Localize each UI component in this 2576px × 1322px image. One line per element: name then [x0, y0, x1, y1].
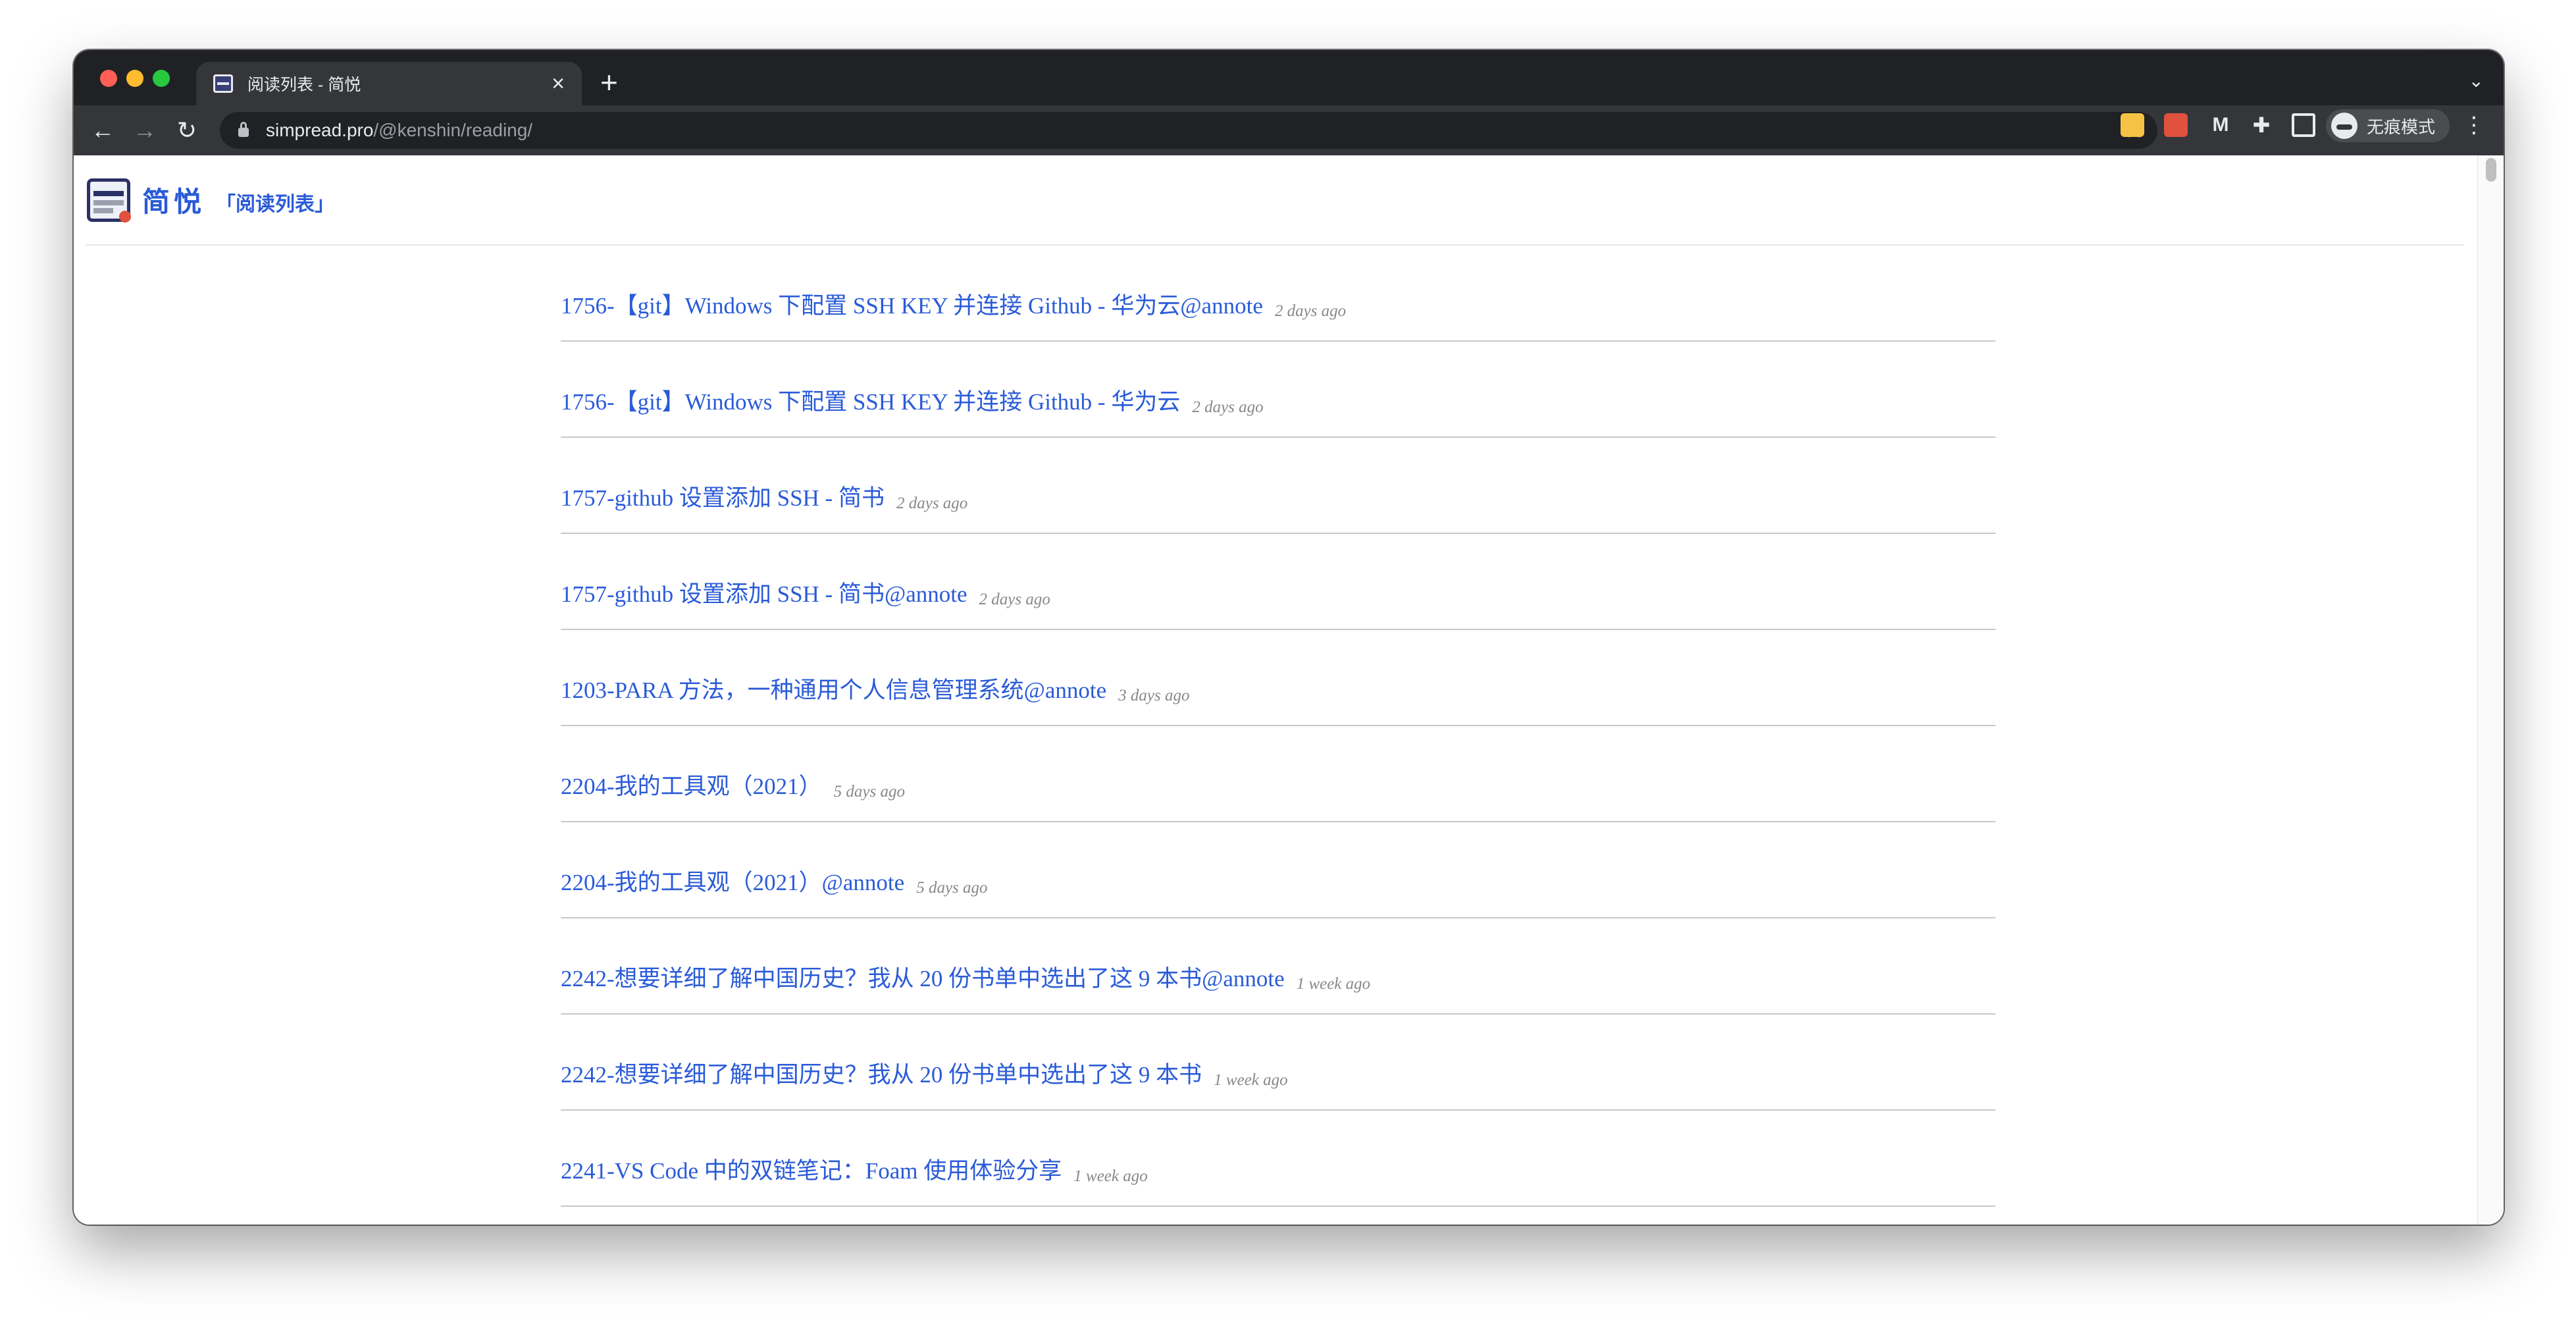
- forward-icon[interactable]: →: [124, 117, 166, 144]
- incognito-badge[interactable]: 无痕模式: [2326, 109, 2450, 142]
- minimize-window-button[interactable]: [126, 70, 143, 87]
- timestamp: 2 days ago: [1274, 302, 1347, 320]
- article-link[interactable]: 2242-想要详细了解中国历史？我从 20 份书单中选出了这 9 本书@anno…: [561, 960, 1285, 993]
- timestamp: 1 week ago: [1214, 1071, 1288, 1089]
- extension-m-icon[interactable]: M: [2209, 113, 2232, 137]
- extension-yellow-icon[interactable]: [2121, 113, 2144, 137]
- timestamp: 2 days ago: [1192, 398, 1264, 416]
- puzzle-icon[interactable]: ✚: [2250, 113, 2273, 137]
- list-item: 1757-github 设置添加 SSH - 简书 2 days ago: [561, 438, 1996, 534]
- close-window-button[interactable]: [100, 70, 117, 87]
- article-link[interactable]: 1756-【git】Windows 下配置 SSH KEY 并连接 Github…: [561, 383, 1180, 417]
- timestamp: 5 days ago: [916, 879, 988, 897]
- address-bar[interactable]: simpread.pro /@kenshin/reading/ ☆: [220, 112, 2157, 149]
- article-link[interactable]: 2241-VS Code 中的双链笔记：Foam 使用体验分享: [561, 1152, 1062, 1186]
- reload-icon[interactable]: ↻: [166, 117, 208, 144]
- article-link[interactable]: 2242-想要详细了解中国历史？我从 20 份书单中选出了这 9 本书: [561, 1056, 1202, 1090]
- scrollbar[interactable]: [2477, 155, 2504, 1225]
- url-host: simpread.pro: [266, 120, 374, 140]
- list-item: 1756-【git】Windows 下配置 SSH KEY 并连接 Github…: [561, 342, 1996, 438]
- scrollbar-thumb[interactable]: [2486, 158, 2496, 182]
- article-link[interactable]: 2204-我的工具观（2021）: [561, 768, 822, 801]
- simpread-logo-icon[interactable]: [87, 178, 131, 223]
- list-item: 2242-想要详细了解中国历史？我从 20 份书单中选出了这 9 本书 1 wee…: [561, 1015, 1996, 1111]
- back-icon[interactable]: ←: [82, 117, 124, 144]
- sidepanel-icon[interactable]: [2292, 113, 2315, 137]
- incognito-label: 无痕模式: [2367, 117, 2436, 137]
- article-link[interactable]: 1757-github 设置添加 SSH - 简书@annote: [561, 575, 967, 609]
- article-link[interactable]: 1203-PARA 方法，一种通用个人信息管理系统@annote: [561, 672, 1106, 705]
- kebab-menu-icon[interactable]: ⋮: [2463, 112, 2485, 138]
- list-item: 2204-我的工具观（2021）@annote 5 days ago: [561, 822, 1996, 918]
- page-content: 简悦 「阅读列表」 1756-【git】Windows 下配置 SSH KEY …: [74, 155, 2504, 1225]
- article-link[interactable]: 2204-我的工具观（2021）@annote: [561, 864, 904, 897]
- reading-list: 1756-【git】Windows 下配置 SSH KEY 并连接 Github…: [561, 246, 1996, 1207]
- tab-search-chevron-icon[interactable]: ⌄: [2469, 70, 2484, 92]
- timestamp: 1 week ago: [1296, 975, 1371, 993]
- timestamp: 2 days ago: [896, 494, 968, 512]
- extension-simpread-icon[interactable]: [2164, 113, 2188, 137]
- site-header: 简悦 「阅读列表」: [86, 155, 2464, 246]
- incognito-icon: [2331, 113, 2357, 139]
- timestamp: 1 week ago: [1073, 1167, 1148, 1185]
- tab-close-icon[interactable]: ×: [552, 72, 565, 95]
- brand-name[interactable]: 简悦: [142, 180, 205, 220]
- tab-reading-list[interactable]: 阅读列表 - 简悦 ×: [196, 62, 582, 105]
- list-item: 1203-PARA 方法，一种通用个人信息管理系统@annote 3 days a…: [561, 630, 1996, 726]
- lock-icon[interactable]: [238, 122, 249, 137]
- list-item: 1756-【git】Windows 下配置 SSH KEY 并连接 Github…: [561, 246, 1996, 342]
- list-item: 2204-我的工具观（2021） 5 days ago: [561, 726, 1996, 822]
- timestamp: 5 days ago: [833, 783, 905, 801]
- article-link[interactable]: 1757-github 设置添加 SSH - 简书: [561, 479, 885, 513]
- breadcrumb: 「阅读列表」: [216, 193, 335, 215]
- list-item: 2241-VS Code 中的双链笔记：Foam 使用体验分享 1 week ag…: [561, 1111, 1996, 1207]
- tab-title: 阅读列表 - 简悦: [247, 76, 361, 94]
- list-item: 1757-github 设置添加 SSH - 简书@annote 2 days a…: [561, 534, 1996, 630]
- article-link[interactable]: 1756-【git】Windows 下配置 SSH KEY 并连接 Github…: [561, 287, 1263, 321]
- simpread-favicon-icon: [213, 74, 233, 93]
- timestamp: 2 days ago: [979, 591, 1050, 608]
- new-tab-button[interactable]: +: [600, 67, 618, 97]
- timestamp: 3 days ago: [1118, 687, 1190, 704]
- url-path: /@kenshin/reading/: [373, 120, 533, 140]
- maximize-window-button[interactable]: [153, 70, 170, 87]
- browser-window: 阅读列表 - 简悦 × + ⌄ ← → ↻ simpread.pro /@ken…: [74, 50, 2504, 1225]
- list-item: 2242-想要详细了解中国历史？我从 20 份书单中选出了这 9 本书@anno…: [561, 918, 1996, 1015]
- tab-strip: 阅读列表 - 简悦 × + ⌄: [74, 50, 2504, 105]
